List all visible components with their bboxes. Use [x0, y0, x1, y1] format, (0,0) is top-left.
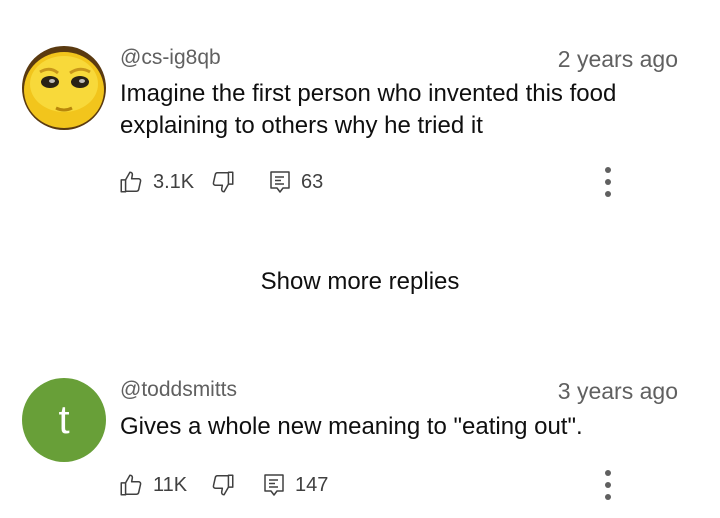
thumbs-up-icon [120, 171, 142, 193]
yellow-emoji-face-icon [22, 46, 106, 130]
like-count: 11K [153, 473, 188, 496]
comment-author[interactable]: @cs-ig8qb [120, 46, 221, 70]
comment-actions: 3.1K 63 [118, 167, 678, 197]
menu-dot [605, 482, 611, 488]
thumbs-down-icon [212, 171, 234, 193]
reply-count: 63 [301, 170, 324, 193]
reply-button[interactable]: 147 [262, 470, 328, 500]
menu-dot [605, 179, 611, 185]
show-more-label[interactable]: Show more replies [261, 268, 460, 295]
reply-count: 147 [295, 473, 329, 496]
like-button[interactable]: 11K [118, 470, 187, 500]
show-more-replies-button[interactable]: Show more replies [0, 268, 720, 296]
thumbs-down-icon [212, 474, 234, 496]
comment-text: Gives a whole new meaning to "eating out… [120, 413, 583, 440]
more-vertical-icon[interactable] [602, 167, 614, 197]
comment-time[interactable]: 3 years ago [558, 378, 678, 405]
avatar-letter: t [58, 397, 70, 442]
comment-author[interactable]: @toddsmitts [120, 378, 237, 402]
thumbs-up-icon [120, 474, 142, 496]
dislike-button[interactable] [210, 470, 236, 500]
menu-dot [605, 191, 611, 197]
comment-actions: 11K 147 [118, 470, 678, 500]
menu-dot [605, 470, 611, 476]
reply-button[interactable]: 63 [268, 167, 323, 197]
reply-comment-icon [270, 171, 290, 193]
menu-dot [605, 167, 611, 173]
more-vertical-icon[interactable] [602, 470, 614, 500]
like-count: 3.1K [153, 170, 195, 193]
reply-comment-icon [264, 474, 284, 496]
comment-time[interactable]: 2 years ago [558, 46, 678, 73]
comment-text: Imagine the first person who invented th… [120, 80, 617, 139]
like-button[interactable]: 3.1K [118, 167, 194, 197]
avatar[interactable] [22, 46, 106, 130]
menu-dot [605, 494, 611, 500]
avatar[interactable]: t [22, 378, 106, 462]
dislike-button[interactable] [210, 167, 236, 197]
